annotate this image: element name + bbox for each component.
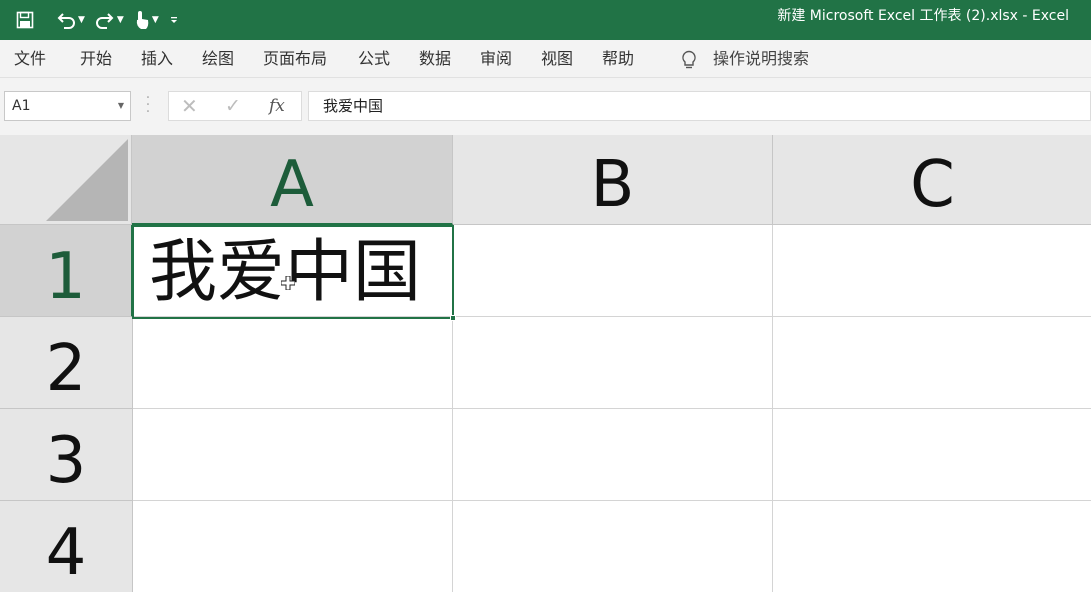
name-box[interactable]: A1 ▼ [4,91,131,121]
name-box-value: A1 [12,98,31,114]
row-header-4[interactable]: 4 [0,501,133,592]
save-icon [16,11,34,29]
cell-b2[interactable] [453,317,773,409]
column-header-a[interactable]: A [132,135,453,225]
column-header-b[interactable]: B [453,135,773,225]
cell-c4[interactable] [773,501,1091,592]
quick-access-toolbar: ▼ ▼ ▼ [16,0,183,40]
redo-button[interactable]: ▼ [95,6,130,34]
row-header-1[interactable]: 1 [0,225,133,317]
customize-quick-access-button[interactable] [169,6,179,34]
cell-a1[interactable]: 我爱中国 [133,225,453,317]
fill-handle[interactable] [450,315,456,321]
cell-c2[interactable] [773,317,1091,409]
tab-help[interactable]: 帮助 [602,40,634,78]
title-bar: ▼ ▼ ▼ 新建 Microsoft Excel 工作表 (2).xlsx - … [0,0,1091,40]
tab-file[interactable]: 文件 [14,40,46,78]
cell-c1[interactable] [773,225,1091,317]
cell-b4[interactable] [453,501,773,592]
worksheet-grid: A B C 1 2 3 4 我爱中国 [0,135,1091,592]
ribbon-tabs: 文件 开始 插入 绘图 页面布局 公式 数据 审阅 视图 帮助 操作说明搜索 [0,40,1091,78]
undo-button[interactable]: ▼ [56,6,91,34]
tab-page-layout[interactable]: 页面布局 [263,40,327,78]
column-header-c[interactable]: C [773,135,1091,225]
redo-icon [95,13,114,29]
tab-data[interactable]: 数据 [419,40,451,78]
window-title: 新建 Microsoft Excel 工作表 (2).xlsx - Excel [777,8,1069,24]
cell-select-cursor-icon [281,276,295,290]
cell-a2[interactable] [133,317,453,409]
cell-a4[interactable] [133,501,453,592]
cell-a1-text: 我爱中国 [149,233,422,312]
insert-function-icon[interactable]: fx [269,94,285,118]
cell-b3[interactable] [453,409,773,501]
tab-home[interactable]: 开始 [80,40,112,78]
undo-icon [57,13,75,29]
chevron-down-icon[interactable]: ▼ [117,15,124,25]
grip-handle[interactable]: · · · [145,91,151,119]
enter-icon[interactable]: ✓ [225,94,241,118]
formula-buttons: ✕ ✓ fx [168,91,302,121]
tab-draw[interactable]: 绘图 [202,40,234,78]
chevron-down-icon[interactable]: ▼ [78,15,85,25]
tab-view[interactable]: 视图 [541,40,573,78]
row-header-3[interactable]: 3 [0,409,133,501]
touch-mode-icon [136,11,149,29]
select-all-triangle-icon [46,139,128,221]
lightbulb-icon[interactable] [680,50,698,70]
select-all-button[interactable] [0,135,132,225]
tell-me-search[interactable]: 操作说明搜索 [713,40,809,78]
formula-bar-area: A1 ▼ · · · ✕ ✓ fx 我爱中国 [0,78,1091,135]
row-header-2[interactable]: 2 [0,317,133,409]
tab-insert[interactable]: 插入 [141,40,173,78]
cell-b1[interactable] [453,225,773,317]
customize-icon [170,17,177,23]
cell-c3[interactable] [773,409,1091,501]
cell-a3[interactable] [133,409,453,501]
formula-input[interactable]: 我爱中国 [308,91,1091,121]
cancel-icon[interactable]: ✕ [181,94,198,118]
chevron-down-icon[interactable]: ▼ [118,92,124,120]
tab-review[interactable]: 审阅 [480,40,512,78]
save-button[interactable] [16,6,34,34]
chevron-down-icon[interactable]: ▼ [152,15,159,25]
tab-formulas[interactable]: 公式 [358,40,390,78]
touch-mode-button[interactable]: ▼ [134,6,165,34]
